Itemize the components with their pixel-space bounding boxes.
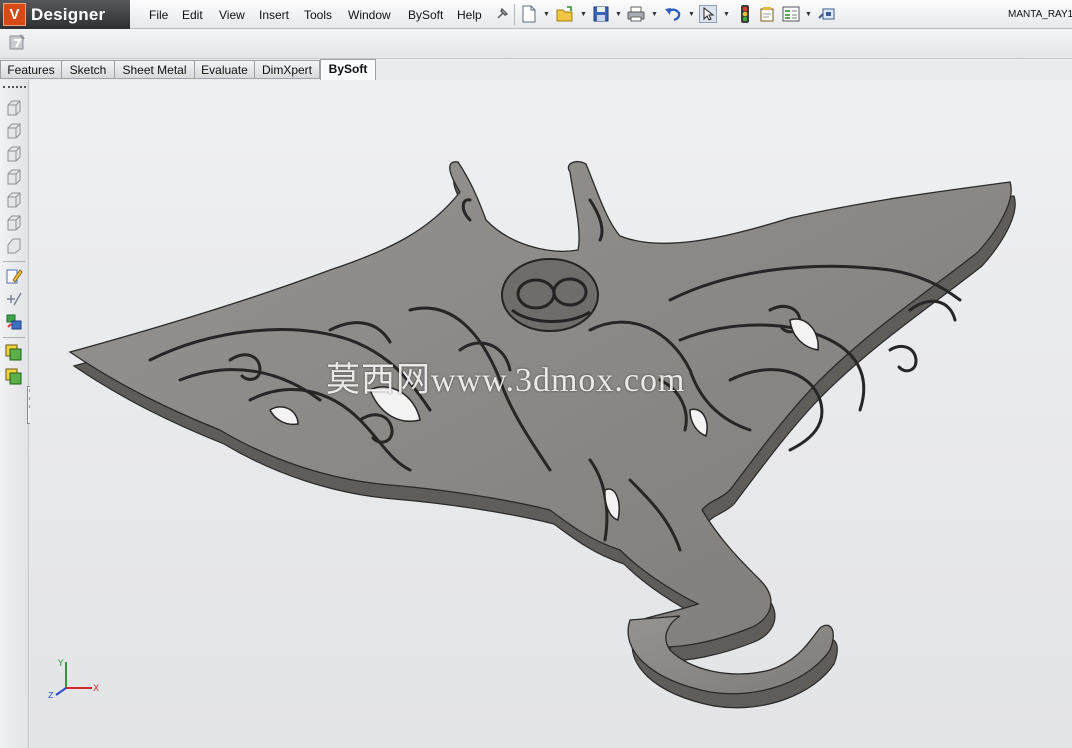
model-head-motif xyxy=(501,258,599,332)
document-title: MANTA_RAY1 xyxy=(1008,9,1072,20)
tab-features[interactable]: Features xyxy=(0,60,62,79)
logo-mark-icon: V xyxy=(3,3,26,26)
graphics-viewport[interactable]: ▼ ▼ ▼ ▼ ▼ 莫西网www.3dmox.com Y X Z xyxy=(30,80,1072,748)
rebuild-traffic-light-icon[interactable] xyxy=(736,5,754,23)
addin-icon[interactable] xyxy=(818,5,836,23)
tab-dimxpert[interactable]: DimXpert xyxy=(254,60,320,79)
toolbar-separator xyxy=(514,4,515,25)
chevron-down-icon[interactable]: ▼ xyxy=(805,11,812,18)
select-arrow-icon[interactable] xyxy=(699,5,717,23)
triad-y-label: Y xyxy=(57,659,64,669)
command-manager-tabs: Features Sketch Sheet Metal Evaluate Dim… xyxy=(0,59,376,81)
chevron-down-icon[interactable]: ▼ xyxy=(723,11,730,18)
sketch-pencil-icon[interactable] xyxy=(5,267,23,285)
menu-insert[interactable]: Insert xyxy=(259,8,289,22)
box-view-icon[interactable] xyxy=(5,168,23,186)
menu-window[interactable]: Window xyxy=(348,8,391,22)
menu-view[interactable]: View xyxy=(219,8,245,22)
box-view-icon[interactable] xyxy=(5,145,23,163)
menu-help[interactable]: Help xyxy=(457,8,482,22)
panel-separator xyxy=(3,261,25,262)
bysoft-command-icon[interactable] xyxy=(8,33,26,51)
left-feature-panel: ▸▸▸ xyxy=(0,80,35,748)
box-view-icon[interactable] xyxy=(5,122,23,140)
watermark-text: 莫西网www.3dmox.com xyxy=(326,362,686,399)
print-icon[interactable] xyxy=(627,5,645,23)
panel-separator xyxy=(3,337,25,338)
command-manager-strip xyxy=(0,29,1072,59)
axis-triad: Y X Z xyxy=(48,659,99,698)
tab-evaluate[interactable]: Evaluate xyxy=(194,60,255,79)
tab-sketch[interactable]: Sketch xyxy=(61,60,115,79)
smart-dimension-icon[interactable] xyxy=(5,290,23,308)
app-logo[interactable]: V Designer xyxy=(0,0,130,29)
save-icon[interactable] xyxy=(592,5,610,23)
menu-file[interactable]: File xyxy=(149,8,168,22)
app-name: Designer xyxy=(31,5,106,24)
box-view-icon[interactable] xyxy=(5,99,23,117)
tab-sheet-metal[interactable]: Sheet Metal xyxy=(114,60,195,79)
chevron-down-icon[interactable]: ▼ xyxy=(580,11,587,18)
new-document-icon[interactable] xyxy=(520,5,538,23)
tab-bysoft[interactable]: BySoft xyxy=(320,59,376,81)
chevron-down-icon[interactable]: ▼ xyxy=(543,11,550,18)
menu-bysoft[interactable]: BySoft xyxy=(408,8,443,22)
pin-icon[interactable] xyxy=(493,5,511,23)
box-view-icon[interactable] xyxy=(5,214,23,232)
menu-tools[interactable]: Tools xyxy=(304,8,332,22)
chevron-down-icon[interactable]: ▼ xyxy=(688,11,695,18)
open-folder-icon[interactable] xyxy=(556,5,574,23)
box-view-icon[interactable] xyxy=(5,191,23,209)
triad-x-label: X xyxy=(93,684,99,694)
manta-ray-model[interactable] xyxy=(30,80,1072,748)
layer-icon[interactable] xyxy=(5,368,23,386)
panel-grip[interactable] xyxy=(3,86,26,88)
chevron-down-icon[interactable]: ▼ xyxy=(615,11,622,18)
layer-icon[interactable] xyxy=(5,344,23,362)
box-view-icon[interactable] xyxy=(5,237,23,255)
solidworks-window: V Designer File Edit View Insert Tools W… xyxy=(0,0,1072,748)
file-properties-icon[interactable] xyxy=(758,5,776,23)
options-icon[interactable] xyxy=(782,5,800,23)
undo-icon[interactable] xyxy=(664,5,682,23)
move-entity-icon[interactable] xyxy=(5,313,23,331)
menu-edit[interactable]: Edit xyxy=(182,8,203,22)
chevron-down-icon[interactable]: ▼ xyxy=(651,11,658,18)
triad-z-label: Z xyxy=(48,691,54,698)
menu-bar: V Designer File Edit View Insert Tools W… xyxy=(0,0,1072,29)
